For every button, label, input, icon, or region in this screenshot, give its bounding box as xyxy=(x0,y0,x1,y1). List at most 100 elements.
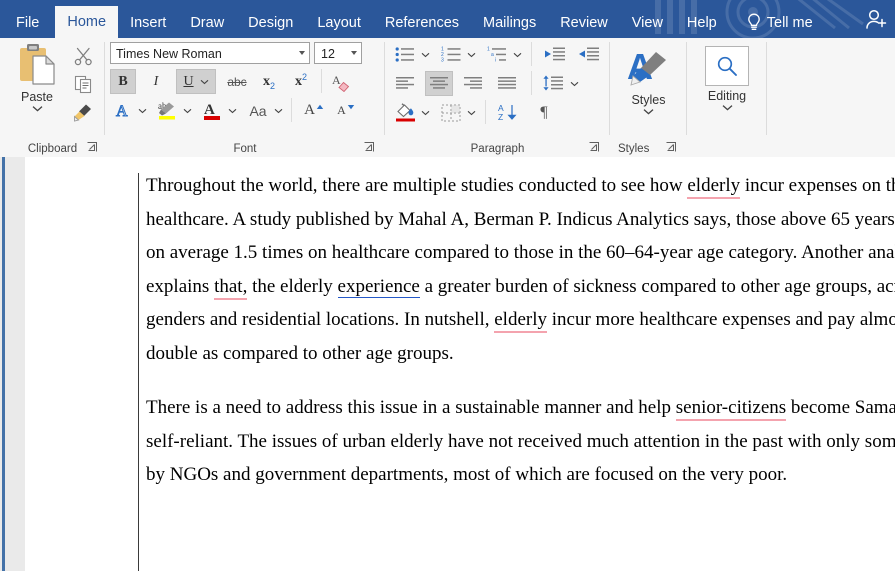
font-color-button[interactable]: A xyxy=(198,98,226,123)
decrease-indent-button[interactable] xyxy=(540,42,570,67)
clipboard-dialog-launcher[interactable] xyxy=(86,141,99,154)
font-separator xyxy=(321,69,322,93)
grow-font-label: A xyxy=(304,102,315,118)
multilevel-list-button[interactable]: 1 a i xyxy=(483,42,511,67)
styles-brush-icon: A xyxy=(627,46,666,87)
document-area[interactable]: Throughout the world, there are multiple… xyxy=(0,157,895,571)
font-size-input[interactable]: 12 xyxy=(314,42,362,64)
tab-design[interactable]: Design xyxy=(236,8,305,38)
tab-view-label: View xyxy=(631,15,663,31)
paste-button[interactable]: Paste xyxy=(8,42,66,134)
tab-design-label: Design xyxy=(248,15,294,31)
ribbon: Paste Clipboard Times New Roman 12 B I U… xyxy=(0,38,895,158)
tab-draw[interactable]: Draw xyxy=(178,8,236,38)
line-spacing-dropdown[interactable] xyxy=(570,71,579,96)
justify-button[interactable] xyxy=(493,71,521,96)
shading-dropdown[interactable] xyxy=(421,100,430,125)
chevron-down-icon[interactable] xyxy=(200,79,209,85)
subscript-button[interactable]: x2 xyxy=(255,69,283,94)
tab-layout[interactable]: Layout xyxy=(305,8,373,38)
text-highlight-button[interactable]: ab xyxy=(153,98,181,123)
grammar-suggestion-text[interactable]: experience xyxy=(337,275,420,298)
add-person-icon[interactable] xyxy=(863,7,889,31)
styles-button[interactable]: A Styles xyxy=(618,42,680,115)
sort-az-icon: A Z xyxy=(498,103,517,122)
superscript-button[interactable]: x2 xyxy=(287,69,315,94)
text-effects-dropdown[interactable] xyxy=(138,98,147,123)
document-body[interactable]: Throughout the world, there are multiple… xyxy=(146,169,895,513)
align-center-button[interactable] xyxy=(425,71,453,96)
chevron-down-icon xyxy=(467,52,476,57)
spelling-error-text[interactable]: elderly xyxy=(687,175,741,199)
tell-me-label: Tell me xyxy=(766,15,813,31)
increase-indent-button[interactable] xyxy=(574,42,604,67)
font-separator-2 xyxy=(291,98,292,122)
show-formatting-marks-button[interactable]: ¶ xyxy=(530,100,558,125)
font-dialog-launcher[interactable] xyxy=(363,141,376,154)
sort-button[interactable]: A Z xyxy=(493,100,523,125)
tab-help[interactable]: Help xyxy=(675,8,729,38)
tell-me-search[interactable]: Tell me xyxy=(733,8,825,38)
italic-button[interactable]: I xyxy=(143,69,169,94)
font-name-input[interactable]: Times New Roman xyxy=(110,42,310,64)
tab-insert[interactable]: Insert xyxy=(118,8,178,38)
caret-up-icon xyxy=(316,104,324,109)
tab-mailings[interactable]: Mailings xyxy=(471,8,548,38)
document-page[interactable]: Throughout the world, there are multiple… xyxy=(25,157,895,571)
bold-button[interactable]: B xyxy=(110,69,136,94)
tab-file[interactable]: File xyxy=(0,8,55,38)
increase-indent-icon xyxy=(579,47,599,61)
paragraph-2[interactable]: There is a need to address this issue in… xyxy=(146,391,895,492)
spelling-error-text[interactable]: that, xyxy=(214,275,248,300)
change-case-button[interactable]: Aa xyxy=(243,98,273,123)
tab-home[interactable]: Home xyxy=(55,6,119,38)
dialog-launcher-icon xyxy=(666,142,676,152)
strikethrough-button[interactable]: abc xyxy=(223,69,251,94)
borders-dropdown[interactable] xyxy=(467,100,476,125)
paragraph-dialog-launcher[interactable] xyxy=(588,141,601,154)
highlight-color-dropdown[interactable] xyxy=(183,98,192,123)
borders-button[interactable] xyxy=(437,100,465,125)
chevron-down-icon[interactable] xyxy=(351,51,357,55)
bullets-button[interactable] xyxy=(391,42,419,67)
spelling-error-text[interactable]: elderly xyxy=(494,309,548,333)
multilevel-list-dropdown[interactable] xyxy=(513,42,522,67)
chevron-down-icon xyxy=(138,108,147,113)
paragraph-separator xyxy=(531,42,532,66)
align-left-button[interactable] xyxy=(391,71,419,96)
tab-view[interactable]: View xyxy=(620,8,675,38)
superscript-index: 2 xyxy=(301,71,307,82)
shading-button[interactable] xyxy=(391,100,419,125)
chevron-down-icon[interactable] xyxy=(299,51,305,55)
gutter-accent-bar xyxy=(2,157,5,571)
tab-references[interactable]: References xyxy=(373,8,471,38)
font-color-dropdown[interactable] xyxy=(228,98,237,123)
format-painter-button[interactable] xyxy=(70,99,96,125)
cut-button[interactable] xyxy=(70,43,96,69)
bullets-dropdown[interactable] xyxy=(421,42,430,67)
paintbrush-icon xyxy=(74,104,91,122)
body-run: There is a need to address this issue in… xyxy=(146,397,676,418)
chevron-down-icon xyxy=(570,81,579,86)
change-case-dropdown[interactable] xyxy=(274,98,283,123)
clear-formatting-button[interactable]: A xyxy=(327,69,355,94)
lightbulb-icon xyxy=(747,13,760,30)
text-effects-button[interactable]: A xyxy=(110,98,136,123)
editing-button[interactable]: Editing xyxy=(696,42,758,111)
group-editing: Editing xyxy=(687,38,767,157)
dialog-launcher-icon xyxy=(87,142,97,152)
tab-review[interactable]: Review xyxy=(548,8,620,38)
numbering-dropdown[interactable] xyxy=(467,42,476,67)
align-right-button[interactable] xyxy=(459,71,487,96)
copy-button[interactable] xyxy=(70,71,96,97)
styles-dialog-launcher[interactable] xyxy=(665,141,678,154)
shrink-font-button[interactable]: A xyxy=(333,98,359,123)
body-run: Throughout the world, there are multiple… xyxy=(146,175,688,196)
line-spacing-button[interactable] xyxy=(538,71,568,96)
paragraph-1[interactable]: Throughout the world, there are multiple… xyxy=(146,169,895,370)
underline-button[interactable]: U xyxy=(176,69,216,94)
spelling-error-text[interactable]: senior-citizens xyxy=(675,397,787,421)
numbering-button[interactable]: 1 2 3 xyxy=(437,42,465,67)
grow-font-button[interactable]: A xyxy=(301,98,327,123)
left-gutter xyxy=(0,157,25,571)
